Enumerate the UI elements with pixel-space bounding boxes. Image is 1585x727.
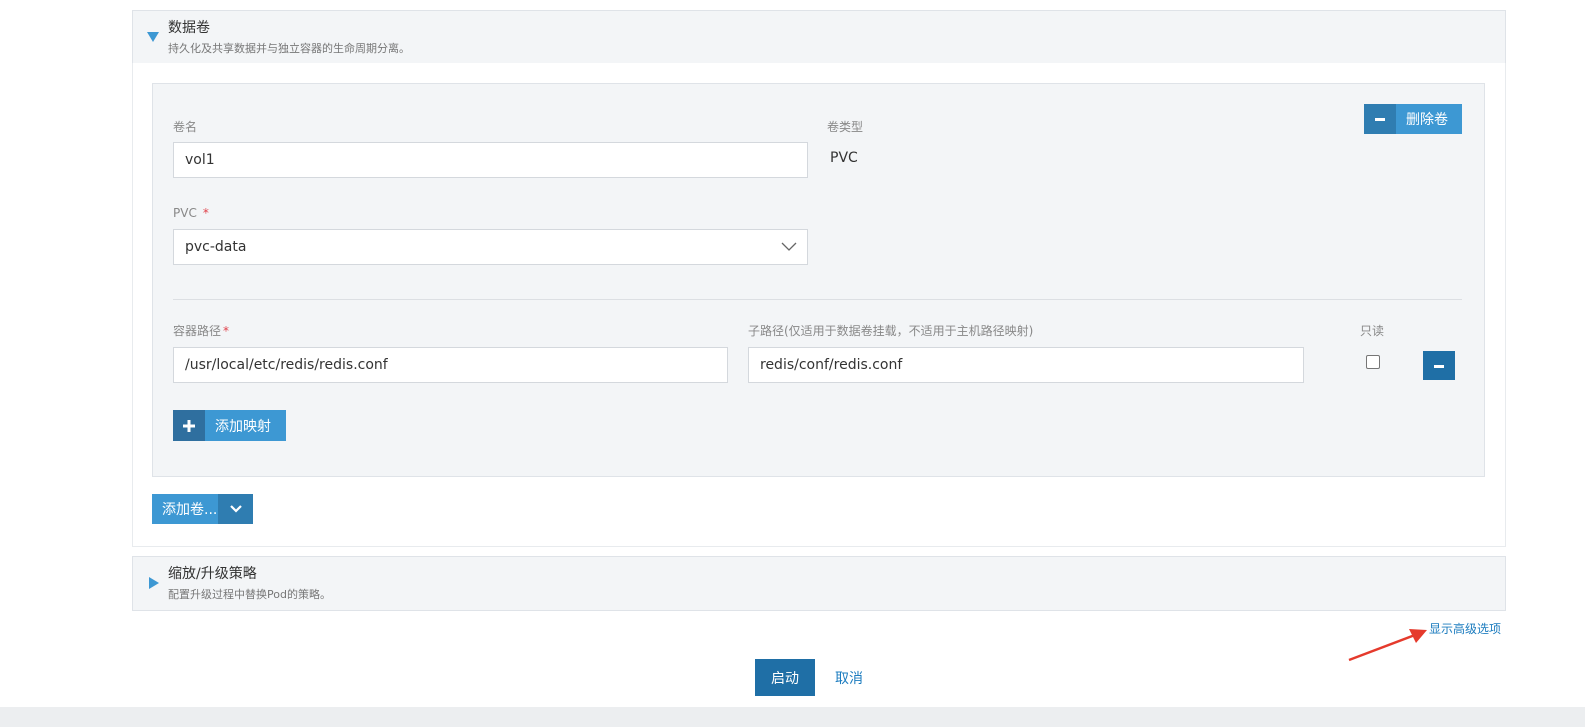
footer-bar [0, 707, 1585, 727]
annotation-arrow-icon [1348, 629, 1427, 662]
remove-volume-label: 删除卷 [1406, 112, 1448, 128]
volume-name-input[interactable]: vol1 [173, 142, 808, 178]
minus-icon [1364, 104, 1396, 134]
cancel-button[interactable]: 取消 [835, 668, 863, 688]
add-volume-dropdown-toggle[interactable] [218, 494, 253, 524]
volume-name-label: 卷名 [173, 120, 198, 134]
add-mapping-button[interactable]: 添加映射 [173, 410, 286, 441]
volume-type-label: 卷类型 [827, 120, 864, 134]
remove-volume-button[interactable]: 删除卷 [1364, 104, 1462, 134]
chevron-down-icon [781, 242, 797, 251]
remove-mapping-button[interactable] [1423, 351, 1455, 380]
sub-path-input[interactable]: redis/conf/redis.conf [748, 347, 1304, 383]
pvc-label: PVC * [173, 206, 209, 220]
show-advanced-options-link[interactable]: 显示高级选项 [1429, 620, 1501, 637]
divider [173, 299, 1462, 300]
sub-path-label: 子路径(仅适用于数据卷挂载，不适用于主机路径映射) [748, 324, 1034, 338]
collapse-triangle-icon[interactable] [149, 577, 159, 589]
required-marker: * [202, 206, 209, 220]
chevron-down-icon [229, 505, 242, 513]
launch-button[interactable]: 启动 [755, 659, 815, 696]
add-mapping-label: 添加映射 [215, 418, 271, 435]
scaling-section-subtitle: 配置升级过程中替换Pod的策略。 [168, 588, 331, 601]
volumes-section-header[interactable]: 数据卷 持久化及共享数据并与独立容器的生命周期分离。 [132, 10, 1506, 65]
scaling-section-header[interactable]: 缩放/升级策略 配置升级过程中替换Pod的策略。 [132, 556, 1506, 611]
container-path-input[interactable]: /usr/local/etc/redis/redis.conf [173, 347, 728, 383]
container-path-label-text: 容器路径 [173, 324, 222, 338]
pvc-label-text: PVC [173, 206, 197, 220]
readonly-label: 只读 [1360, 324, 1385, 338]
pvc-select[interactable]: pvc-data [173, 229, 808, 265]
pvc-select-value: pvc-data [185, 239, 247, 255]
required-marker: * [223, 324, 230, 338]
container-path-label: 容器路径 * [173, 322, 229, 339]
plus-icon [173, 410, 205, 441]
volume-type-value: PVC [830, 150, 858, 166]
expand-triangle-icon[interactable] [147, 32, 159, 42]
scaling-section-title: 缩放/升级策略 [168, 566, 257, 582]
readonly-checkbox[interactable] [1366, 355, 1380, 369]
minus-icon [1434, 364, 1444, 368]
add-volume-button[interactable]: 添加卷... [152, 494, 253, 524]
volumes-section-title: 数据卷 [168, 20, 210, 36]
volumes-section-subtitle: 持久化及共享数据并与独立容器的生命周期分离。 [168, 42, 410, 55]
add-volume-label: 添加卷... [162, 502, 218, 518]
